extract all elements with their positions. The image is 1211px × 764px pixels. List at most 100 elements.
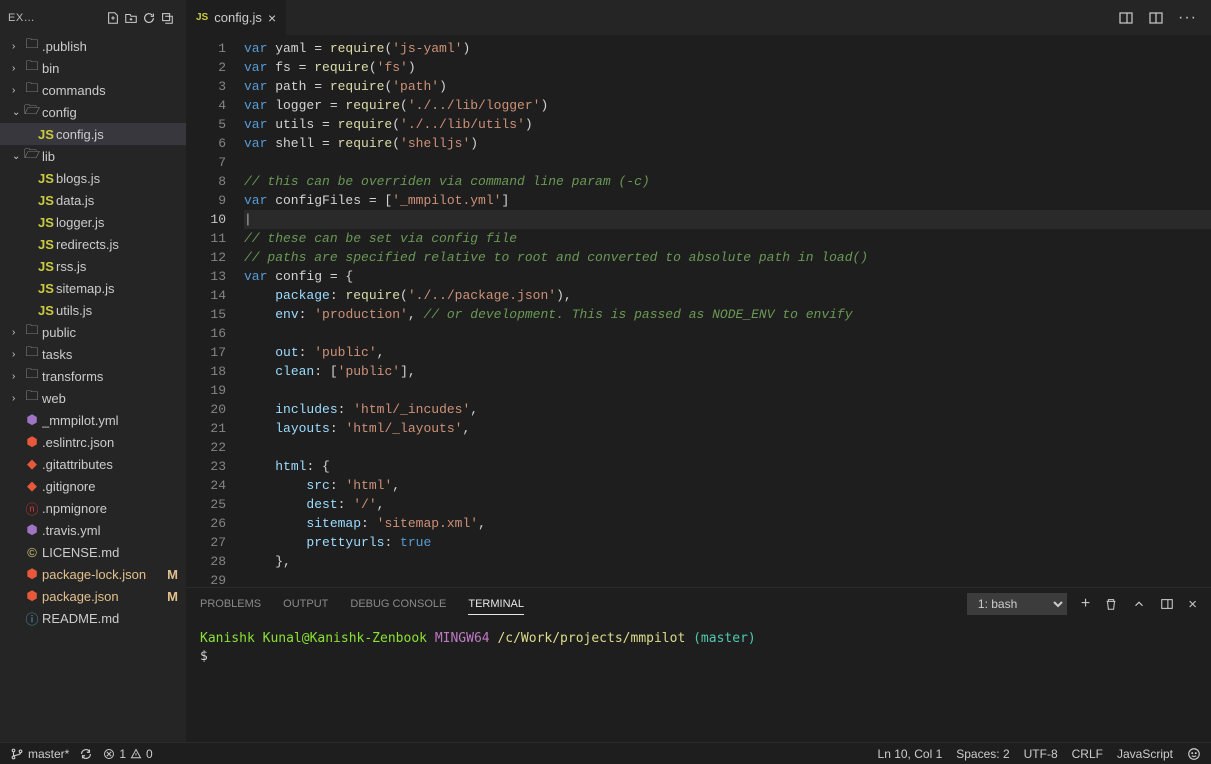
tree-item-label: package-lock.json <box>42 567 167 582</box>
close-panel-icon[interactable]: × <box>1188 596 1197 613</box>
modified-badge: M <box>167 567 178 582</box>
modified-badge: M <box>167 589 178 604</box>
collapse-all-icon[interactable] <box>160 11 178 25</box>
tree-item--eslintrc-json[interactable]: ⬢.eslintrc.json <box>0 431 186 453</box>
git-branch-status[interactable]: master* <box>10 747 69 761</box>
chevron-icon: › <box>12 393 22 404</box>
tab-config-js[interactable]: JS config.js × <box>186 0 286 35</box>
tree-item-blogs-js[interactable]: JSblogs.js <box>0 167 186 189</box>
indent-status[interactable]: Spaces: 2 <box>956 747 1009 761</box>
file-tree[interactable]: ›🗀.publish›🗀bin›🗀commands⌄🗁configJSconfi… <box>0 35 186 742</box>
terminal-path: /c/Work/projects/mmpilot <box>497 631 685 646</box>
eol-status[interactable]: CRLF <box>1072 747 1103 761</box>
line-gutter: 1234567891011121314151617181920212223242… <box>186 36 244 587</box>
refresh-icon[interactable] <box>142 11 160 25</box>
tree-item-sitemap-js[interactable]: JSsitemap.js <box>0 277 186 299</box>
new-terminal-icon[interactable]: + <box>1081 595 1090 613</box>
encoding-status[interactable]: UTF-8 <box>1024 747 1058 761</box>
new-file-icon[interactable] <box>106 11 124 25</box>
panel-tab-terminal[interactable]: TERMINAL <box>468 598 524 615</box>
tree-item-label: logger.js <box>56 215 186 230</box>
explorer-sidebar: EX… ›🗀.publish›🗀bin›🗀commands⌄🗁configJSc… <box>0 0 186 742</box>
explorer-header: EX… <box>0 0 186 35</box>
tree-item--mmpilot-yml[interactable]: ⬢_mmpilot.yml <box>0 409 186 431</box>
tree-item-license-md[interactable]: ©LICENSE.md <box>0 541 186 563</box>
tree-item--publish[interactable]: ›🗀.publish <box>0 35 186 57</box>
panel-tabs: PROBLEMS OUTPUT DEBUG CONSOLE TERMINAL 1… <box>186 588 1211 620</box>
tree-item-label: README.md <box>42 611 186 626</box>
tree-item-redirects-js[interactable]: JSredirects.js <box>0 233 186 255</box>
panel-tab-output[interactable]: OUTPUT <box>283 598 328 610</box>
maximize-panel-icon[interactable] <box>1132 597 1146 611</box>
chevron-icon: › <box>12 349 22 360</box>
tree-item-label: public <box>42 325 186 340</box>
code-content[interactable]: var yaml = require('js-yaml')var fs = re… <box>244 36 1211 587</box>
tree-item-config[interactable]: ⌄🗁config <box>0 101 186 123</box>
tree-item-label: transforms <box>42 369 186 384</box>
cursor-position[interactable]: Ln 10, Col 1 <box>878 747 943 761</box>
more-icon[interactable]: ··· <box>1178 9 1197 27</box>
tree-item-lib[interactable]: ⌄🗁lib <box>0 145 186 167</box>
editor-tabs: JS config.js × ··· <box>186 0 1211 35</box>
tree-item--travis-yml[interactable]: ⬢.travis.yml <box>0 519 186 541</box>
tree-item-label: .npmignore <box>42 501 186 516</box>
tree-item-package-json[interactable]: ⬢package.jsonM <box>0 585 186 607</box>
tree-item-label: package.json <box>42 589 167 604</box>
kill-terminal-icon[interactable] <box>1104 597 1118 611</box>
tree-item-rss-js[interactable]: JSrss.js <box>0 255 186 277</box>
tree-item-label: .gitattributes <box>42 457 186 472</box>
panel-tab-debug[interactable]: DEBUG CONSOLE <box>350 598 446 610</box>
tree-item-label: .travis.yml <box>42 523 186 538</box>
explorer-title: EX… <box>8 12 106 24</box>
js-icon: JS <box>196 12 208 23</box>
tree-item-config-js[interactable]: JSconfig.js <box>0 123 186 145</box>
chevron-icon: › <box>12 41 22 52</box>
tree-item-data-js[interactable]: JSdata.js <box>0 189 186 211</box>
chevron-icon: › <box>12 85 22 96</box>
tree-item-label: bin <box>42 61 186 76</box>
chevron-icon: › <box>12 63 22 74</box>
tree-item--npmignore[interactable]: ⓝ.npmignore <box>0 497 186 519</box>
tree-item-package-lock-json[interactable]: ⬢package-lock.jsonM <box>0 563 186 585</box>
tree-item-bin[interactable]: ›🗀bin <box>0 57 186 79</box>
tree-item-label: .publish <box>42 39 186 54</box>
bottom-panel: PROBLEMS OUTPUT DEBUG CONSOLE TERMINAL 1… <box>186 587 1211 742</box>
tree-item-label: rss.js <box>56 259 186 274</box>
chevron-icon: › <box>12 371 22 382</box>
tree-item-tasks[interactable]: ›🗀tasks <box>0 343 186 365</box>
code-editor[interactable]: 1234567891011121314151617181920212223242… <box>186 36 1211 587</box>
feedback-icon[interactable] <box>1187 747 1201 761</box>
chevron-icon: ⌄ <box>12 107 22 118</box>
tree-item--gitignore[interactable]: ◆.gitignore <box>0 475 186 497</box>
tree-item-label: redirects.js <box>56 237 186 252</box>
tree-item-label: blogs.js <box>56 171 186 186</box>
editor-area: JS config.js × ··· 12345678910111 <box>186 0 1211 742</box>
tree-item-logger-js[interactable]: JSlogger.js <box>0 211 186 233</box>
tree-item-label: LICENSE.md <box>42 545 186 560</box>
tree-item-commands[interactable]: ›🗀commands <box>0 79 186 101</box>
tree-item-label: lib <box>42 149 186 164</box>
tree-item-public[interactable]: ›🗀public <box>0 321 186 343</box>
new-folder-icon[interactable] <box>124 11 142 25</box>
tree-item-utils-js[interactable]: JSutils.js <box>0 299 186 321</box>
tree-item-label: utils.js <box>56 303 186 318</box>
sync-status[interactable] <box>79 747 93 761</box>
language-status[interactable]: JavaScript <box>1117 747 1173 761</box>
tree-item-label: .eslintrc.json <box>42 435 186 450</box>
terminal[interactable]: Kanishk Kunal@Kanishk-Zenbook MINGW64 /c… <box>186 620 1211 742</box>
tree-item-label: tasks <box>42 347 186 362</box>
tree-item-readme-md[interactable]: ⓘREADME.md <box>0 607 186 629</box>
problems-status[interactable]: 1 0 <box>103 747 152 761</box>
terminal-select[interactable]: 1: bash <box>967 593 1067 615</box>
split-editor-icon[interactable] <box>1118 10 1134 26</box>
layout-icon[interactable] <box>1148 10 1164 26</box>
tree-item-label: sitemap.js <box>56 281 186 296</box>
tree-item-transforms[interactable]: ›🗀transforms <box>0 365 186 387</box>
panel-layout-icon[interactable] <box>1160 597 1174 611</box>
terminal-host: MINGW64 <box>435 631 490 646</box>
panel-tab-problems[interactable]: PROBLEMS <box>200 598 261 610</box>
tree-item-label: _mmpilot.yml <box>42 413 186 428</box>
tree-item--gitattributes[interactable]: ◆.gitattributes <box>0 453 186 475</box>
tree-item-web[interactable]: ›🗀web <box>0 387 186 409</box>
close-icon[interactable]: × <box>268 10 276 26</box>
